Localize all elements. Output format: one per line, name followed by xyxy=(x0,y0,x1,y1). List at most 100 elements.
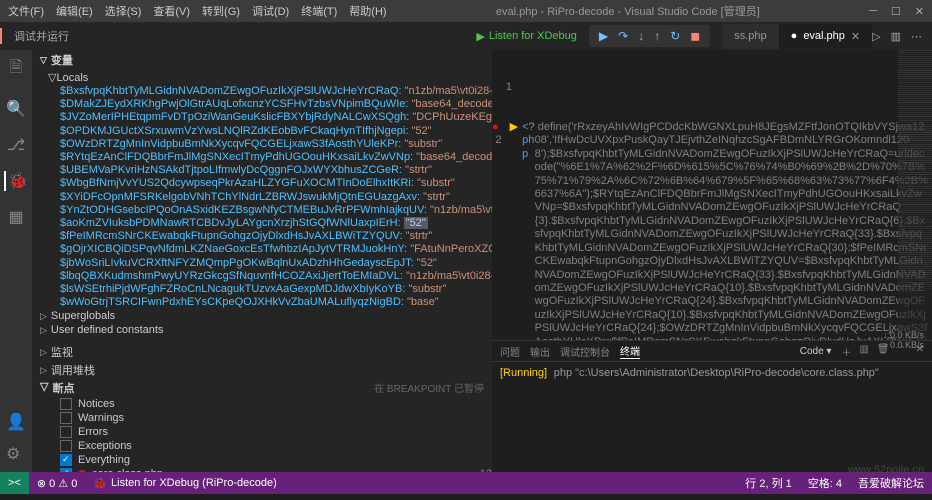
checkbox-icon[interactable] xyxy=(60,426,72,438)
window-title: eval.php - RiPro-decode - Visual Studio … xyxy=(387,3,870,19)
terminal-new-icon[interactable]: ＋ xyxy=(841,344,851,359)
menu-file[interactable]: 文件(F) xyxy=(8,3,44,19)
debug-icon[interactable]: 🐞 xyxy=(4,171,28,191)
maximize-icon[interactable]: ☐ xyxy=(891,5,901,18)
variable-row[interactable]: $RYtqEzAnClFDQBbrFmJlMgSNXecITmyPdhUGOou… xyxy=(60,151,492,164)
status-forum: 吾爱破解论坛 xyxy=(850,475,932,491)
variable-row[interactable]: $wWoGtrjTSRCIFwnPdxhEYsCKpeQOJXHkVvZbaUM… xyxy=(60,296,492,309)
editor[interactable]: 1 2▶<?php define('rRxzeyAhIvWIgPCDdcKbWG… xyxy=(492,50,932,472)
variables-header[interactable]: ▽变量 xyxy=(32,50,492,70)
variable-row[interactable]: $lsWSEtrhiPjdWFghFZRoCnLNcagukTUzvxAaGex… xyxy=(60,283,492,296)
code-area[interactable]: 1 2▶<?php define('rRxzeyAhIvWIgPCDdcKbWG… xyxy=(492,50,932,340)
breakpoint-row[interactable]: Everything xyxy=(60,453,492,467)
checkbox-icon[interactable] xyxy=(60,440,72,452)
minimap[interactable] xyxy=(898,50,932,340)
status-cursor-pos[interactable]: 行 2, 列 1 xyxy=(737,475,799,491)
checkbox-icon[interactable] xyxy=(60,412,72,424)
menu-edit[interactable]: 编辑(E) xyxy=(56,3,93,19)
scm-icon[interactable]: ⎇ xyxy=(7,135,25,155)
tab-bar: 调试并运行 ▶ Listen for XDebug ▶ ↷ ↓ ↑ ↻ ◼ ss… xyxy=(0,22,932,50)
variable-row[interactable]: $JVZoMerIPHEtqpmFvDTpOziWanGeuKslicFBXYb… xyxy=(60,111,492,124)
checkbox-icon[interactable] xyxy=(60,398,72,410)
extensions-icon[interactable]: ▦ xyxy=(8,207,23,227)
locals-header[interactable]: ▽Locals xyxy=(32,70,492,85)
menu-debug[interactable]: 调试(D) xyxy=(252,3,289,19)
stop-icon[interactable]: ◼ xyxy=(690,29,700,43)
debug-controls: ▶ ↷ ↓ ↑ ↻ ◼ xyxy=(589,25,710,47)
breakpoint-row[interactable]: Warnings xyxy=(60,411,492,425)
continue-icon[interactable]: ▶ xyxy=(599,29,608,43)
search-icon[interactable]: 🔍 xyxy=(6,99,26,119)
variable-row[interactable]: $WbgBfNmjVvYUS2QdcywpseqPkrAzaHLZYGFuXOC… xyxy=(60,177,492,190)
status-remote[interactable]: >< xyxy=(0,472,29,494)
more-icon[interactable]: ⋯ xyxy=(911,30,922,43)
net-speed: ↓ 0.0 KB/s ↑ 0.0 KB/s xyxy=(883,330,924,350)
menu-terminal[interactable]: 终端(T) xyxy=(301,3,337,19)
breakpoints-header[interactable]: ▽ 断点 在 BREAKPOINT 已暂停 xyxy=(32,379,492,397)
variable-row[interactable]: $BxsfvpqKhbtTyMLGidnNVADomZEwgOFuzIkXjPS… xyxy=(60,85,492,98)
status-debug-config[interactable]: 🐞 Listen for XDebug (RiPro-decode) xyxy=(85,477,284,490)
modified-dot-icon: ● xyxy=(791,30,798,42)
tab-close-icon[interactable]: ✕ xyxy=(851,30,860,43)
menu-select[interactable]: 选择(S) xyxy=(105,3,142,19)
status-errors[interactable]: ⊗ 0 ⚠ 0 xyxy=(29,477,85,490)
explorer-icon[interactable]: 🗎 xyxy=(10,56,23,83)
user-constants-item[interactable]: ▷User defined constants xyxy=(32,323,492,337)
breakpoint-list: NoticesWarningsErrorsExceptionsEverythin… xyxy=(32,397,492,472)
breakpoint-dot-icon xyxy=(78,470,86,472)
variable-row[interactable]: $gOjrXICBQiDSPqvNfdmLKZNaeGoxcEsTfwhbzIA… xyxy=(60,243,492,256)
title-bar: 文件(F) 编辑(E) 选择(S) 查看(V) 转到(G) 调试(D) 终端(T… xyxy=(0,0,932,22)
account-icon[interactable]: 👤 xyxy=(6,412,26,432)
superglobals-item[interactable]: ▷Superglobals xyxy=(32,309,492,323)
panel-tab-terminal[interactable]: 终端 xyxy=(620,343,640,359)
breakpoint-row[interactable]: Errors xyxy=(60,425,492,439)
terminal-select[interactable]: Code ▾ xyxy=(800,346,832,357)
panel: 问题 输出 调试控制台 终端 Code ▾ ＋ ▥ 🗑 ＾ ✕ [Running… xyxy=(492,340,932,472)
split-icon[interactable]: ▥ xyxy=(891,30,901,43)
breakpoint-row[interactable]: Exceptions xyxy=(60,439,492,453)
debug-config[interactable]: ▶ Listen for XDebug xyxy=(476,30,577,43)
step-over-icon[interactable]: ↷ xyxy=(618,29,628,43)
play-icon: ▶ xyxy=(476,30,484,43)
step-into-icon[interactable]: ↓ xyxy=(638,29,644,43)
activity-bar: 🗎 🔍 ⎇ 🐞 ▦ 👤 ⚙ xyxy=(0,50,32,472)
variable-row[interactable]: $OPDKMJGUctXSrxuwmVzYwsLNQlRZdKEobBvFCka… xyxy=(60,125,492,138)
tab-ss-php[interactable]: ss.php xyxy=(722,24,778,49)
status-spaces[interactable]: 空格: 4 xyxy=(800,475,850,491)
checkbox-icon[interactable] xyxy=(60,454,72,466)
restart-icon[interactable]: ↻ xyxy=(670,29,680,43)
variable-row[interactable]: $OWzDRTZgMnInVidpbuBmNkXycqvFQCGELjxawS3… xyxy=(60,138,492,151)
terminal-content[interactable]: [Running] php "c:\Users\Administrator\De… xyxy=(492,362,932,383)
menu-goto[interactable]: 转到(G) xyxy=(202,3,240,19)
checkbox-icon[interactable] xyxy=(60,468,72,472)
gear-icon[interactable]: ⚙ xyxy=(6,444,26,464)
tab-eval-php[interactable]: ● eval.php ✕ xyxy=(779,24,872,49)
terminal-split-icon[interactable]: ▥ xyxy=(859,344,868,359)
panel-tab-problems[interactable]: 问题 xyxy=(500,344,520,359)
current-line-icon: ▶ xyxy=(510,121,518,340)
variable-row[interactable]: $XYiDFcOpnMFSRKelgobVNhTChYlNdrLZBRWJswu… xyxy=(60,191,492,204)
variable-row[interactable]: $lbqQBXKudmshmPwyUYRzGkcgSfNquvnfHCOZAxi… xyxy=(60,270,492,283)
close-icon[interactable]: ✕ xyxy=(915,5,924,18)
step-out-icon[interactable]: ↑ xyxy=(654,29,660,43)
variable-row[interactable]: $aoKmZVIuksbPDMNawRTCBDvJyLAYgcnXrzjhStG… xyxy=(60,217,492,230)
breakpoint-row[interactable]: core.class.php12 xyxy=(60,467,492,472)
breakpoint-row[interactable]: Notices xyxy=(60,397,492,411)
menu-help[interactable]: 帮助(H) xyxy=(349,3,386,19)
menu-bar: 文件(F) 编辑(E) 选择(S) 查看(V) 转到(G) 调试(D) 终端(T… xyxy=(8,3,387,19)
debug-sidebar: ▽变量 ▽Locals $BxsfvpqKhbtTyMLGidnNVADomZE… xyxy=(32,50,492,472)
variable-row[interactable]: $jbWoSriLIvkuVCRXftNFYZMQmpPgOKwBqlnUxAD… xyxy=(60,257,492,270)
variable-row[interactable]: $fPeIMRcmSNrCKEwabqkFtupnGohgzOjyDlxdHsJ… xyxy=(60,230,492,243)
run-icon[interactable]: ▷ xyxy=(872,30,880,43)
panel-tab-debugconsole[interactable]: 调试控制台 xyxy=(560,344,610,359)
status-bar: >< ⊗ 0 ⚠ 0 🐞 Listen for XDebug (RiPro-de… xyxy=(0,472,932,494)
callstack-header[interactable]: ▷调用堆栈 xyxy=(32,361,492,379)
variable-list: $BxsfvpqKhbtTyMLGidnNVADomZEwgOFuzIkXjPS… xyxy=(32,85,492,309)
panel-tab-output[interactable]: 输出 xyxy=(530,344,550,359)
variable-row[interactable]: $UBEMVaPKvriHzNSAkdTjtpoLIfmwlyDcQggnFOJ… xyxy=(60,164,492,177)
watch-header[interactable]: ▷监视 xyxy=(32,343,492,361)
variable-row[interactable]: $DMakZJEydXRKhgPwjOlGtrAUqLofxcnzYCSFHvT… xyxy=(60,98,492,111)
menu-view[interactable]: 查看(V) xyxy=(153,3,190,19)
variable-row[interactable]: $YnZtODHGsebcIPQoOnASxidKEZBsgwNfyCTMEBu… xyxy=(60,204,492,217)
minimize-icon[interactable]: ─ xyxy=(869,5,877,18)
